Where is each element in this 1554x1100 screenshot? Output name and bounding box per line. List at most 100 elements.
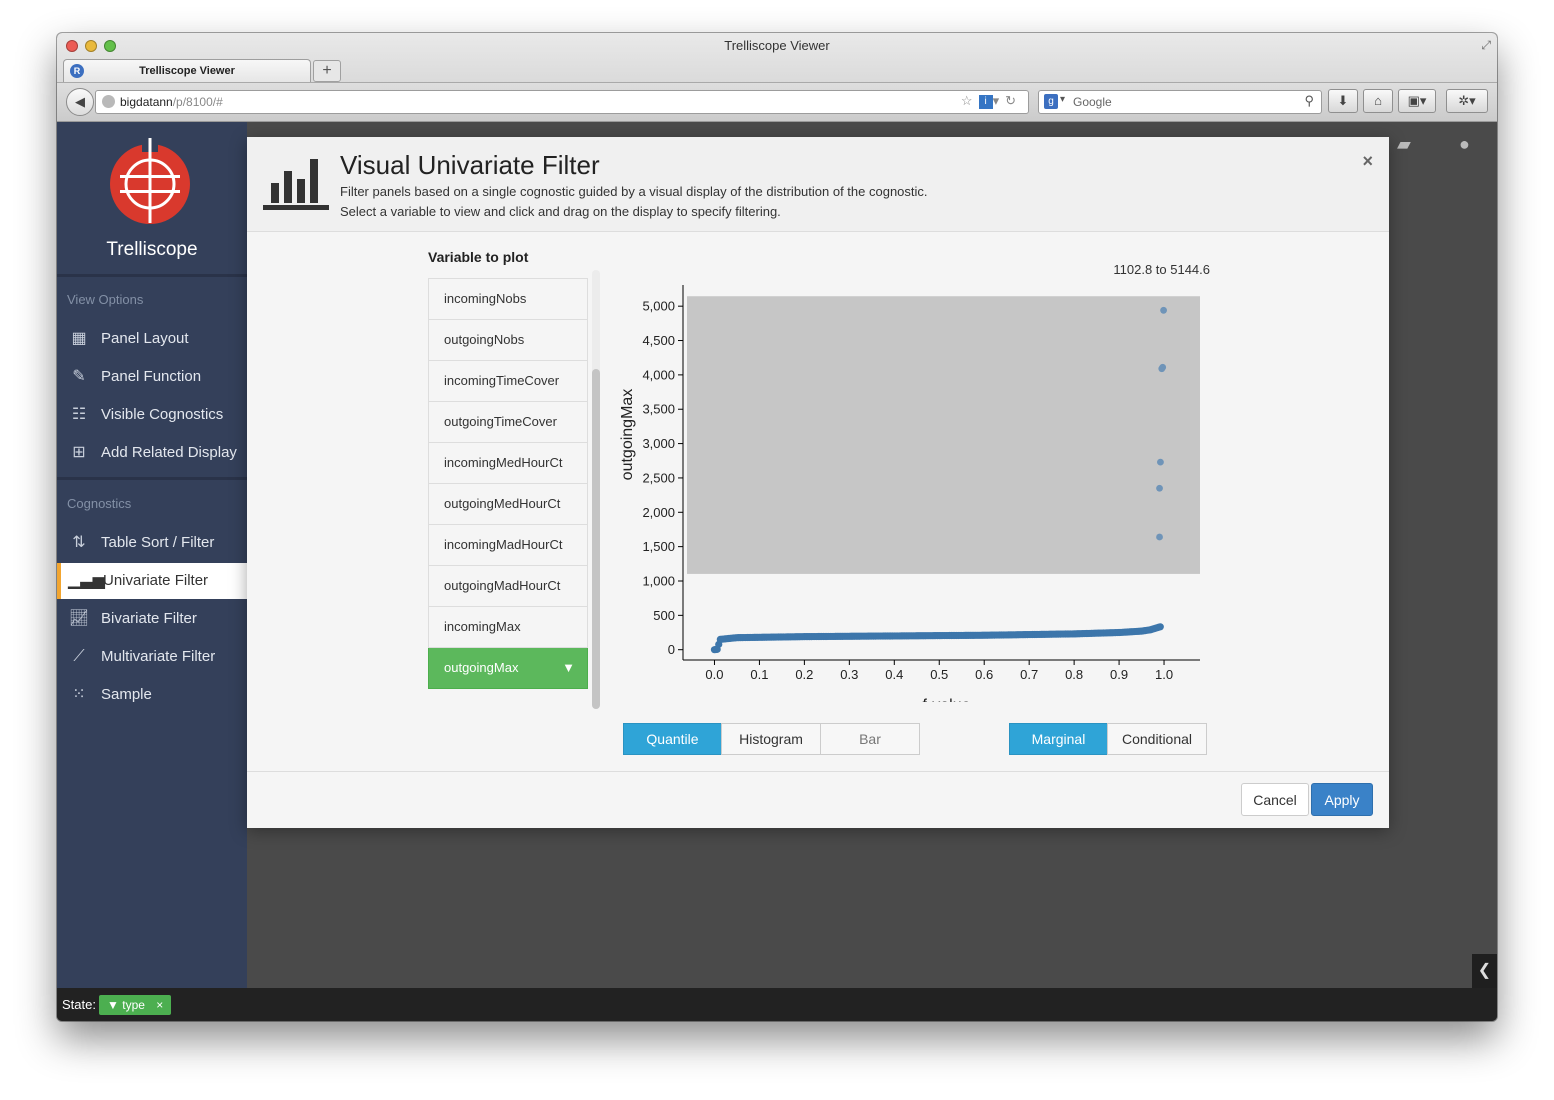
- modal-title: Visual Univariate Filter: [340, 150, 600, 180]
- y-tick-label: 1,500: [642, 539, 675, 554]
- logo-text: Trelliscope: [106, 239, 198, 260]
- conditioning-toggle: Marginal Conditional: [1009, 723, 1207, 755]
- variable-label: incomingTimeCover: [444, 373, 560, 388]
- user-icon[interactable]: ●: [1459, 134, 1470, 155]
- state-filter-chip[interactable]: ▼ type ×: [99, 995, 172, 1015]
- engine-dropdown-icon[interactable]: ▾: [1060, 94, 1065, 105]
- x-tick-label: 0.3: [840, 667, 858, 682]
- outlier-point: [1156, 484, 1163, 492]
- remove-chip-icon[interactable]: ×: [156, 998, 163, 1012]
- list-item[interactable]: incomingMax: [428, 607, 588, 648]
- modal-subtitle: Filter panels based on a single cognosti…: [340, 184, 928, 199]
- browser-window: Trelliscope Viewer ⤢ R Trelliscope Viewe…: [57, 33, 1497, 1021]
- list-item[interactable]: incomingTimeCover: [428, 361, 588, 402]
- home-button[interactable]: ⌂: [1363, 89, 1393, 113]
- window-title: Trelliscope Viewer: [724, 38, 830, 53]
- quantile-button[interactable]: Quantile: [623, 723, 722, 755]
- table-sort-icon: ⇅: [72, 534, 86, 551]
- x-tick-label: 0.0: [705, 667, 723, 682]
- reload-icon[interactable]: ↻: [1005, 93, 1022, 108]
- bookmarks-button[interactable]: ▣▾: [1398, 89, 1436, 113]
- state-label: State:: [62, 997, 96, 1012]
- x-axis-label: f-value: [922, 697, 970, 702]
- filter-icon: ▼: [107, 998, 119, 1012]
- back-button[interactable]: ◀: [66, 88, 94, 116]
- dropdown-arrow-icon[interactable]: ▾: [993, 93, 1006, 108]
- table-settings-icon: ☷: [71, 406, 87, 423]
- info-icon[interactable]: i: [978, 95, 993, 109]
- new-tab-button[interactable]: +: [313, 60, 341, 82]
- downloads-button[interactable]: ⬇: [1328, 89, 1358, 113]
- search-placeholder: Google: [1073, 95, 1112, 109]
- filter-icon: ▼: [562, 660, 575, 675]
- sidebar-item-add-related-display[interactable]: ⊞ Add Related Display: [57, 435, 247, 471]
- sidebar-item-label: Panel Function: [101, 368, 202, 385]
- search-icon[interactable]: ⚲: [1304, 93, 1314, 109]
- scatter-chart-icon: ⟋: [73, 648, 85, 665]
- list-item-selected[interactable]: outgoingMax ▼: [428, 648, 588, 689]
- y-tick-label: 4,500: [642, 333, 675, 348]
- url-host: bigdatann: [120, 95, 173, 109]
- google-engine-icon[interactable]: g: [1044, 94, 1058, 109]
- y-tick-label: 3,000: [642, 436, 675, 451]
- y-tick-label: 0: [668, 642, 675, 657]
- bar-button[interactable]: Bar: [820, 723, 920, 755]
- x-tick-label: 0.4: [885, 667, 903, 682]
- tools-button[interactable]: ✲▾: [1446, 89, 1488, 113]
- variable-label: incomingMax: [444, 619, 521, 634]
- cancel-button[interactable]: Cancel: [1241, 783, 1309, 816]
- titlebar: Trelliscope Viewer ⤢ R Trelliscope Viewe…: [57, 33, 1497, 122]
- outlier-point: [1160, 306, 1167, 314]
- list-item[interactable]: incomingMadHourCt: [428, 525, 588, 566]
- sidebar-item-table-sort-filter[interactable]: ⇅ Table Sort / Filter: [57, 525, 247, 561]
- url-bar[interactable]: bigdatann/p/8100/# ☆ i ▾↻: [95, 90, 1029, 114]
- sidebar-item-visible-cognostics[interactable]: ☷ Visible Cognostics: [57, 397, 247, 433]
- apply-button[interactable]: Apply: [1311, 783, 1373, 816]
- sidebar-item-label: Sample: [101, 686, 152, 703]
- browser-tab[interactable]: R Trelliscope Viewer: [63, 59, 311, 82]
- quantile-plot[interactable]: 1102.8 to 5144.6 0 500 1,000 1,500 2,000 2,500…: [612, 262, 1232, 702]
- x-tick-label: 0.1: [750, 667, 768, 682]
- tab-title: Trelliscope Viewer: [139, 65, 235, 77]
- list-item[interactable]: outgoingNobs: [428, 320, 588, 361]
- list-item[interactable]: outgoingMedHourCt: [428, 484, 588, 525]
- search-bar[interactable]: g ▾ Google ⚲: [1038, 90, 1322, 114]
- grid-icon: ▦: [71, 330, 87, 347]
- dots-icon: ⁙: [72, 686, 86, 703]
- sidebar-item-label: Table Sort / Filter: [101, 534, 215, 551]
- close-icon[interactable]: ×: [1362, 151, 1373, 172]
- sidebar-item-label: Add Related Display: [101, 444, 237, 461]
- bookmark-star-icon[interactable]: ☆: [961, 93, 979, 108]
- selection-brush: [687, 296, 1200, 574]
- list-item[interactable]: outgoingTimeCover: [428, 402, 588, 443]
- sidebar-item-bivariate-filter[interactable]: 📈︎ Bivariate Filter: [57, 601, 247, 637]
- sidebar-item-panel-layout[interactable]: ▦ Panel Layout: [57, 321, 247, 357]
- sidebar-item-label: Univariate Filter: [103, 572, 209, 589]
- variable-heading: Variable to plot: [428, 249, 529, 265]
- histogram-button[interactable]: Histogram: [721, 723, 821, 755]
- variable-label: outgoingMadHourCt: [444, 578, 561, 593]
- variable-label: outgoingNobs: [444, 332, 525, 347]
- x-tick-label: 0.6: [975, 667, 993, 682]
- outlier-point: [1158, 365, 1166, 373]
- sidebar-item-label: Bivariate Filter: [101, 610, 197, 627]
- marginal-button[interactable]: Marginal: [1009, 723, 1108, 755]
- list-item[interactable]: incomingMedHourCt: [428, 443, 588, 484]
- fullscreen-icon[interactable]: ⤢: [1481, 38, 1491, 53]
- list-item[interactable]: incomingNobs: [428, 279, 588, 320]
- sidebar-item-sample[interactable]: ⁙ Sample: [57, 677, 247, 713]
- list-item[interactable]: outgoingMadHourCt: [428, 566, 588, 607]
- sidebar-item-univariate-filter[interactable]: ▁▃▅ Univariate Filter: [57, 563, 251, 599]
- y-tick-label: 2,500: [642, 470, 675, 485]
- view-options-title: View Options: [67, 292, 144, 307]
- trelliscope-app: ▰ ● Trelliscope View Options ▦ Panel Lay…: [57, 122, 1497, 1021]
- scrollbar-thumb[interactable]: [592, 369, 600, 709]
- sidebar-item-multivariate-filter[interactable]: ⟋ Multivariate Filter: [57, 639, 247, 675]
- sidebar-item-panel-function[interactable]: ✎ Panel Function: [57, 359, 247, 395]
- x-tick-label: 0.5: [930, 667, 948, 682]
- navigation-bar: ◀ bigdatann/p/8100/# ☆ i ▾↻ g ▾ Google ⚲ ⬇…: [57, 82, 1497, 121]
- collapse-panel-button[interactable]: ❮: [1472, 954, 1497, 988]
- conditional-button[interactable]: Conditional: [1107, 723, 1207, 755]
- folder-icon[interactable]: ▰: [1397, 134, 1411, 155]
- line-chart-icon: 📈︎: [68, 610, 90, 627]
